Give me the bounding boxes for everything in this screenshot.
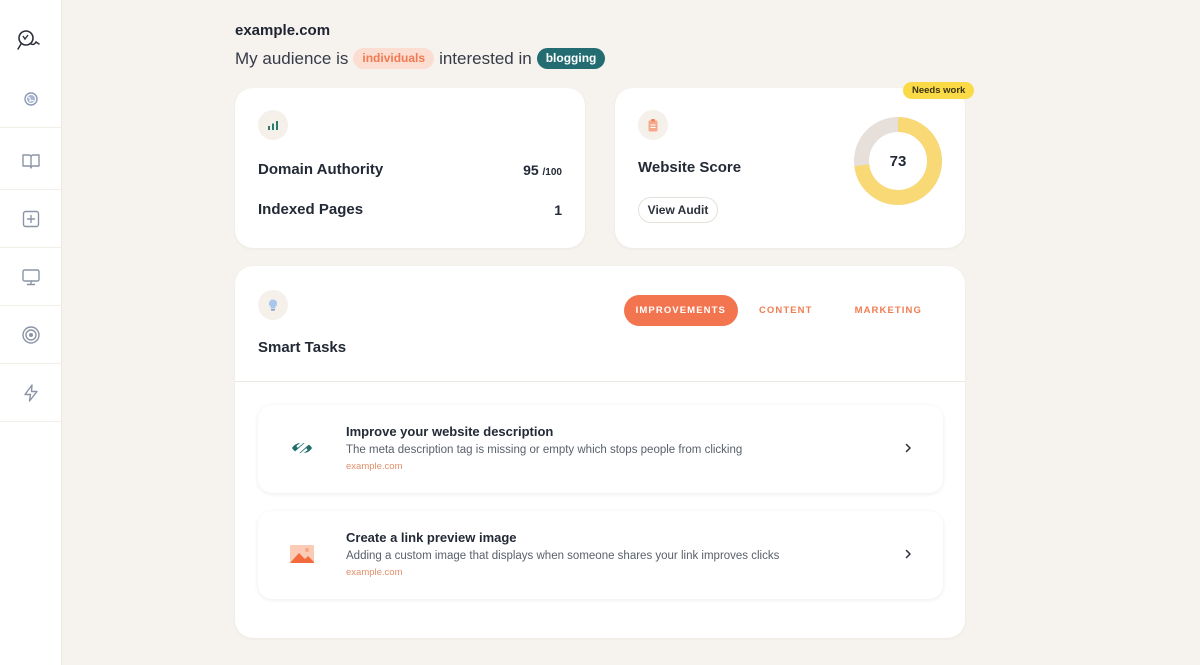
target-icon — [22, 326, 40, 344]
score-card: Website Score View Audit 73 — [615, 88, 965, 248]
needs-work-badge: Needs work — [903, 82, 975, 99]
chart-icon — [258, 110, 288, 140]
indexed-pages-label: Indexed Pages — [258, 201, 364, 218]
globe-icon — [24, 92, 38, 106]
book-icon — [22, 154, 40, 169]
task-site: example.com — [346, 567, 403, 578]
logo-icon[interactable] — [14, 27, 44, 53]
view-audit-button[interactable]: View Audit — [638, 197, 718, 223]
task-description: Adding a custom image that displays when… — [346, 550, 780, 562]
domain-authority-label: Domain Authority — [258, 161, 384, 178]
sidebar-item-add[interactable] — [0, 191, 62, 248]
task-title: Create a link preview image — [346, 530, 517, 545]
audience-mid: interested in — [439, 48, 532, 68]
task-tabs: IMPROVEMENTS CONTENT MARKETING — [623, 295, 943, 326]
lightbulb-icon — [258, 290, 288, 320]
sidebar-item-target[interactable] — [0, 307, 62, 364]
audience-type-pill[interactable]: individuals — [353, 48, 435, 69]
clipboard-icon — [638, 110, 668, 140]
indexed-pages-value: 1 — [554, 202, 562, 218]
chevron-right-icon — [905, 443, 911, 453]
sidebar-item-lightning[interactable] — [0, 365, 62, 422]
task-title: Improve your website description — [346, 424, 554, 439]
task-description: The meta description tag is missing or e… — [346, 444, 743, 456]
no-view-icon — [291, 438, 313, 458]
sidebar-item-globe[interactable] — [0, 71, 62, 128]
sidebar — [0, 0, 62, 665]
smart-tasks-card: Smart Tasks IMPROVEMENTS CONTENT MARKETI… — [235, 266, 965, 638]
tab-improvements[interactable]: IMPROVEMENTS — [623, 295, 738, 326]
plus-square-icon — [22, 210, 40, 228]
image-icon — [290, 545, 314, 563]
sidebar-item-monitor[interactable] — [0, 249, 62, 306]
smart-tasks-title: Smart Tasks — [258, 339, 347, 356]
domain-authority-max: /100 — [542, 167, 562, 178]
lightning-icon — [24, 384, 38, 402]
domain-authority-value: 95 /100 — [523, 162, 562, 178]
task-item[interactable]: Improve your website description The met… — [258, 405, 943, 493]
domain-card: Domain Authority 95 /100 Indexed Pages 1 — [235, 88, 585, 248]
tab-marketing[interactable]: MARKETING — [834, 295, 943, 326]
website-score-value: 73 — [889, 152, 907, 170]
audience-sentence: My audience is individuals interested in… — [235, 48, 606, 69]
domain-authority-score: 95 — [523, 162, 539, 178]
tab-content[interactable]: CONTENT — [738, 295, 834, 326]
audience-prefix: My audience is — [235, 48, 349, 68]
task-site: example.com — [346, 461, 403, 472]
task-item[interactable]: Create a link preview image Adding a cus… — [258, 511, 943, 599]
site-name: example.com — [235, 22, 331, 39]
sidebar-item-book[interactable] — [0, 133, 62, 190]
chevron-right-icon — [905, 549, 911, 559]
audience-topic-pill[interactable]: blogging — [536, 48, 606, 69]
monitor-icon — [22, 269, 40, 286]
card-divider — [235, 381, 965, 382]
website-score-title: Website Score — [638, 159, 742, 176]
